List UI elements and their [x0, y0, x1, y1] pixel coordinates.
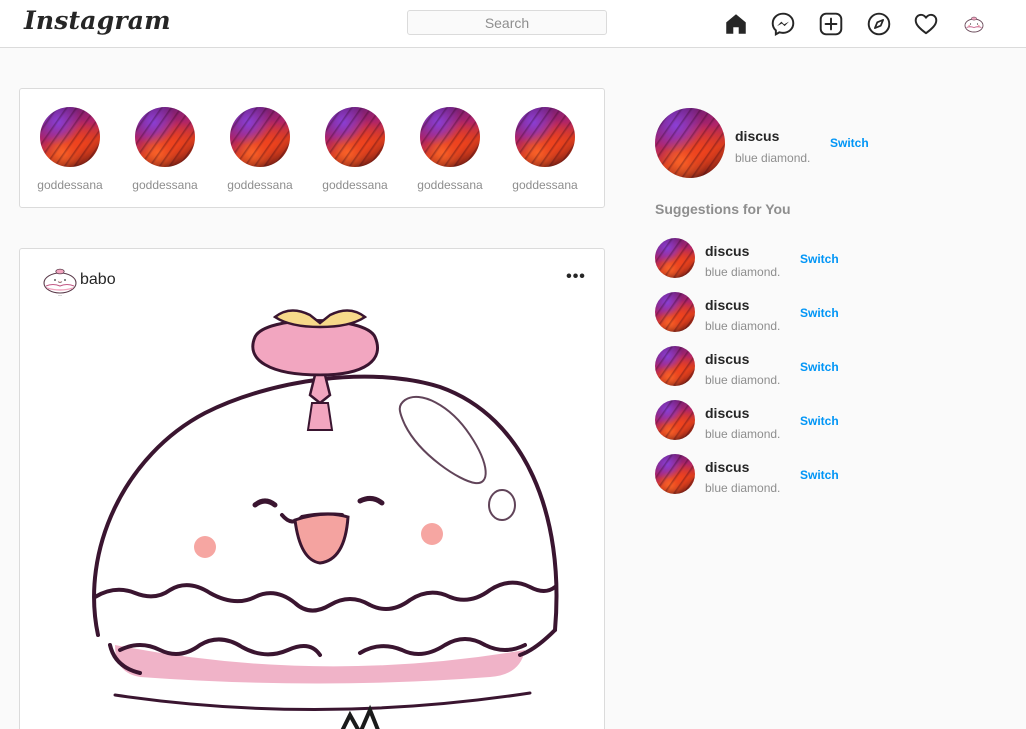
story-username: goddessana	[37, 178, 103, 192]
suggestion-username[interactable]: discus	[705, 351, 749, 367]
messenger-icon[interactable]	[770, 11, 796, 37]
story-avatar	[420, 107, 480, 167]
suggestion-switch-button[interactable]: Switch	[800, 414, 839, 428]
story-username: goddessana	[417, 178, 483, 192]
suggestion-avatar[interactable]	[655, 346, 695, 386]
home-icon[interactable]	[723, 11, 749, 37]
story-item[interactable]: goddessana	[407, 107, 493, 192]
post-image[interactable]	[20, 305, 604, 729]
suggestion-switch-button[interactable]: Switch	[800, 468, 839, 482]
suggestion-username[interactable]: discus	[705, 243, 749, 259]
suggestion-subtitle: blue diamond.	[705, 481, 781, 495]
story-item[interactable]: goddessana	[27, 107, 113, 192]
story-item[interactable]: goddessana	[502, 107, 588, 192]
suggestion-switch-button[interactable]: Switch	[800, 252, 839, 266]
top-navbar: Instagram	[0, 0, 1026, 48]
story-username: goddessana	[227, 178, 293, 192]
suggestion-subtitle: blue diamond.	[705, 265, 781, 279]
story-username: goddessana	[512, 178, 578, 192]
suggestion-item: discus blue diamond. Switch	[655, 292, 915, 333]
suggestion-item: discus blue diamond. Switch	[655, 400, 915, 441]
explore-icon[interactable]	[866, 11, 892, 37]
story-avatar	[40, 107, 100, 167]
svg-text:~~: ~~	[58, 294, 62, 298]
story-item[interactable]: goddessana	[217, 107, 303, 192]
more-options-button[interactable]: •••	[564, 267, 588, 287]
story-avatar	[325, 107, 385, 167]
suggestion-switch-button[interactable]: Switch	[800, 306, 839, 320]
suggestion-username[interactable]: discus	[705, 405, 749, 421]
suggestion-avatar[interactable]	[655, 400, 695, 440]
instagram-logo[interactable]: Instagram	[24, 6, 171, 35]
post-author-avatar[interactable]: ~~	[42, 261, 80, 299]
suggestion-subtitle: blue diamond.	[705, 319, 781, 333]
search-input[interactable]	[407, 10, 607, 35]
suggestion-username[interactable]: discus	[705, 297, 749, 313]
story-username: goddessana	[322, 178, 388, 192]
story-avatar	[515, 107, 575, 167]
post-header: ~~ babo •••	[20, 249, 604, 305]
story-item[interactable]: goddessana	[312, 107, 398, 192]
suggestion-subtitle: blue diamond.	[705, 427, 781, 441]
current-user-subtitle: blue diamond.	[735, 151, 811, 165]
suggestion-item: discus blue diamond. Switch	[655, 238, 915, 279]
new-post-icon[interactable]	[818, 11, 844, 37]
suggestion-item: discus blue diamond. Switch	[655, 346, 915, 387]
suggestion-switch-button[interactable]: Switch	[800, 360, 839, 374]
current-user-avatar[interactable]	[655, 108, 725, 178]
story-item[interactable]: goddessana	[122, 107, 208, 192]
activity-heart-icon[interactable]	[913, 11, 939, 37]
stories-tray: goddessana goddessana goddessana goddess…	[19, 88, 605, 208]
story-username: goddessana	[597, 178, 604, 192]
suggestion-item: discus blue diamond. Switch	[655, 454, 915, 495]
suggestion-username[interactable]: discus	[705, 459, 749, 475]
story-avatar	[230, 107, 290, 167]
suggestions-title: Suggestions for You	[655, 201, 791, 217]
story-avatar	[135, 107, 195, 167]
suggestion-avatar[interactable]	[655, 454, 695, 494]
suggestion-avatar[interactable]	[655, 292, 695, 332]
suggestion-avatar[interactable]	[655, 238, 695, 278]
feed-post: ~~ babo •••	[19, 248, 605, 729]
profile-avatar[interactable]	[961, 11, 987, 37]
post-author-username[interactable]: babo	[80, 271, 116, 289]
current-user-username[interactable]: discus	[735, 128, 779, 144]
suggestion-subtitle: blue diamond.	[705, 373, 781, 387]
switch-account-button[interactable]: Switch	[830, 136, 869, 150]
story-username: goddessana	[132, 178, 198, 192]
story-item[interactable]: goddessana	[597, 107, 604, 192]
